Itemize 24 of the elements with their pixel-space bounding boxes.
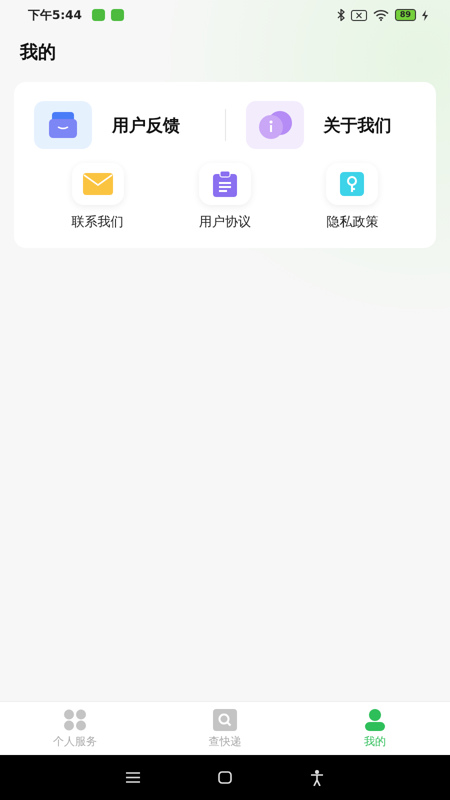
clipboard-icon: [212, 171, 237, 197]
feature-item[interactable]: 用户反馈: [14, 100, 224, 150]
home-icon[interactable]: [218, 771, 232, 784]
shortcut-item[interactable]: 联系我们: [48, 162, 148, 232]
tray-icon: [47, 110, 79, 140]
notification-icon: [92, 9, 105, 21]
person-icon: [363, 708, 387, 730]
feature-item[interactable]: 关于我们: [226, 100, 436, 150]
search-icon: [213, 708, 237, 730]
shortcut-item[interactable]: 用户协议: [174, 162, 275, 232]
envelope-icon: [82, 173, 113, 195]
charging-icon: [422, 10, 428, 20]
accessibility-icon[interactable]: [310, 770, 324, 786]
sim-icon: [350, 10, 367, 20]
shortcut-item[interactable]: 隐私政策: [302, 162, 402, 232]
menu-icon[interactable]: [126, 772, 140, 783]
key-icon: [340, 172, 364, 196]
status-time: 下午5:44: [28, 6, 82, 24]
wifi-icon: [372, 9, 389, 21]
page-title: 我的: [20, 41, 57, 64]
battery-indicator: 89: [394, 9, 416, 21]
notification-icon: [110, 9, 124, 21]
grid-icon: [63, 708, 87, 730]
bluetooth-icon: [336, 9, 345, 21]
